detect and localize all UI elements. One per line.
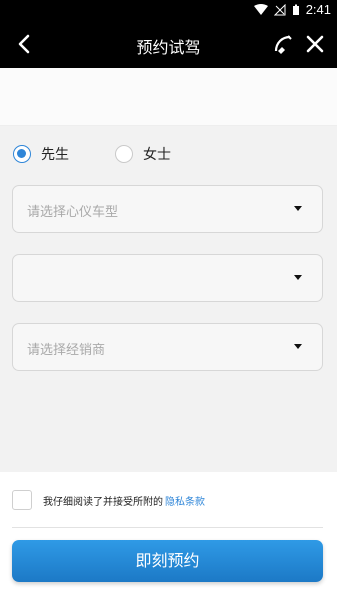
agreement-text: 我仔细阅读了并接受所附的 隐私条款 bbox=[43, 493, 205, 508]
second-select[interactable] bbox=[12, 254, 323, 302]
privacy-link[interactable]: 隐私条款 bbox=[165, 497, 205, 508]
status-time: 2:41 bbox=[305, 2, 331, 17]
caret-down-icon bbox=[294, 275, 302, 280]
title-bar: 预约试驾 bbox=[0, 20, 337, 68]
radio-circle bbox=[115, 145, 133, 163]
radio-label: 女士 bbox=[143, 147, 171, 163]
submit-button[interactable]: 即刻预约 bbox=[12, 540, 323, 582]
radio-label: 先生 bbox=[41, 147, 69, 163]
status-bar: 2:41 bbox=[0, 0, 337, 20]
close-icon[interactable] bbox=[301, 30, 329, 58]
car-model-placeholder: 请选择心仪车型 bbox=[27, 205, 119, 220]
car-model-select[interactable]: 请选择心仪车型 bbox=[12, 185, 323, 233]
radio-mr[interactable]: 先生 bbox=[13, 144, 69, 164]
banner bbox=[0, 68, 337, 126]
divider bbox=[12, 527, 323, 528]
agreement-checkbox[interactable] bbox=[12, 490, 32, 510]
gender-radio-group: 先生 女士 bbox=[13, 144, 171, 164]
agreement-label: 我仔细阅读了并接受所附的 bbox=[43, 497, 163, 508]
battery-icon bbox=[292, 4, 299, 15]
status-icons: 2:41 bbox=[253, 2, 331, 17]
radio-circle bbox=[13, 145, 31, 163]
signal-icon bbox=[273, 3, 286, 15]
caret-down-icon bbox=[294, 206, 302, 211]
wifi-icon bbox=[253, 3, 268, 15]
agreement-row: 我仔细阅读了并接受所附的 隐私条款 bbox=[0, 472, 337, 527]
phone-icon[interactable] bbox=[269, 30, 297, 58]
dealer-placeholder: 请选择经销商 bbox=[27, 343, 106, 358]
radio-ms[interactable]: 女士 bbox=[115, 144, 171, 164]
test-drive-form: 先生 女士 请选择心仪车型 请选择经销商 bbox=[0, 126, 337, 472]
dealer-select[interactable]: 请选择经销商 bbox=[12, 323, 323, 371]
caret-down-icon bbox=[294, 344, 302, 349]
